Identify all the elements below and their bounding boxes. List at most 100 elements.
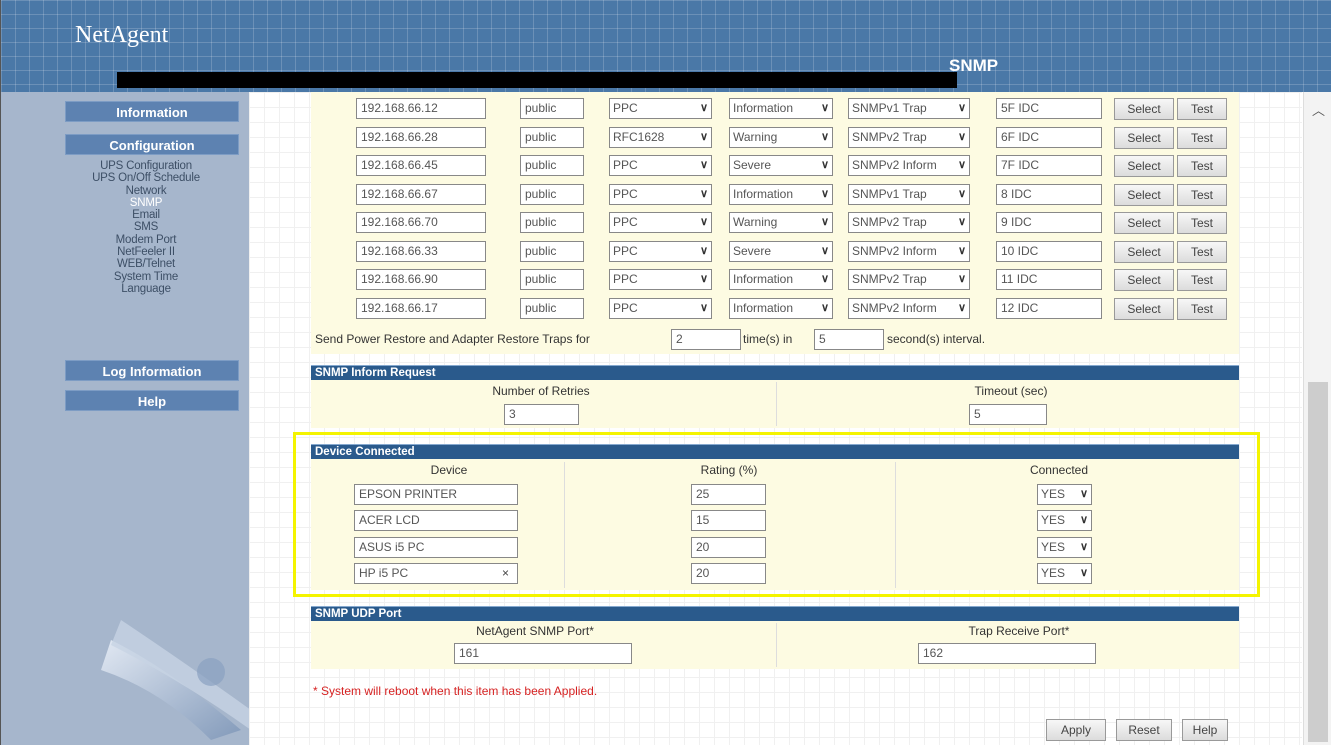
trap-ip-input[interactable]: 192.168.66.70 — [356, 212, 486, 233]
restore-interval-input[interactable]: 5 — [814, 329, 884, 350]
trap-community-input[interactable]: public — [520, 240, 584, 262]
trap-type-select[interactable]: PPC ∨ — [609, 183, 712, 205]
sidebar-item-ups-on-off-schedule[interactable]: UPS On/Off Schedule — [41, 172, 249, 184]
snmp-udp-port-bar: SNMP UDP Port — [311, 606, 1239, 621]
trap-ip-input[interactable]: 192.168.66.45 — [356, 155, 486, 176]
retries-input[interactable]: 3 — [504, 404, 579, 425]
sidebar-item-language[interactable]: Language — [41, 283, 249, 295]
trap-test-button[interactable]: Test — [1177, 183, 1227, 206]
apply-button[interactable]: Apply — [1046, 719, 1106, 741]
trap-severity-select[interactable]: Severe ∨ — [729, 240, 833, 262]
trap-description-input[interactable]: 7F IDC — [996, 155, 1102, 176]
trap-community-input[interactable]: public — [520, 212, 584, 233]
trap-ip-input[interactable]: 192.168.66.33 — [356, 240, 486, 262]
trap-type-select[interactable]: PPC ∨ — [609, 155, 712, 176]
sidebar-section-configuration[interactable]: Configuration — [65, 134, 239, 155]
trap-ip-input[interactable]: 192.168.66.67 — [356, 183, 486, 205]
snmp-port-input[interactable]: 161 — [454, 643, 632, 664]
trap-community-input[interactable]: public — [520, 269, 584, 290]
trap-select-button[interactable]: Select — [1114, 126, 1174, 149]
sidebar-item-email[interactable]: Email — [41, 209, 249, 221]
sidebar-item-modem-port[interactable]: Modem Port — [41, 234, 249, 246]
trap-test-button[interactable]: Test — [1177, 98, 1227, 120]
trap-select-button[interactable]: Select — [1114, 269, 1174, 291]
trap-description-input[interactable]: 12 IDC — [996, 297, 1102, 319]
trap-ip-input[interactable]: 192.168.66.90 — [356, 269, 486, 290]
sidebar-item-sms[interactable]: SMS — [41, 221, 249, 233]
trap-accept-select[interactable]: SNMPv2 Trap ∨ — [848, 212, 970, 233]
trap-test-button[interactable]: Test — [1177, 126, 1227, 149]
sidebar-section-help[interactable]: Help — [65, 390, 239, 411]
trap-test-button[interactable]: Test — [1177, 297, 1227, 320]
trap-ip-input[interactable]: 192.168.66.17 — [356, 297, 486, 319]
trap-type-select[interactable]: PPC ∨ — [609, 297, 712, 319]
trap-accept-select[interactable]: SNMPv1 Trap ∨ — [848, 183, 970, 205]
trap-severity-select[interactable]: Warning ∨ — [729, 212, 833, 233]
chevron-down-icon: ∨ — [699, 102, 708, 114]
trap-port-input[interactable]: 162 — [918, 643, 1096, 664]
trap-test-button[interactable]: Test — [1177, 155, 1227, 177]
trap-type-select[interactable]: PPC ∨ — [609, 269, 712, 290]
trap-description-input[interactable]: 10 IDC — [996, 240, 1102, 262]
scrollbar-thumb[interactable] — [1308, 382, 1328, 742]
trap-community-input[interactable]: public — [520, 126, 584, 148]
trap-type-select[interactable]: PPC ∨ — [609, 98, 712, 119]
sidebar-item-ups-configuration[interactable]: UPS Configuration — [41, 160, 249, 172]
help-button[interactable]: Help — [1182, 719, 1228, 741]
trap-description-input[interactable]: 9 IDC — [996, 212, 1102, 233]
trap-description-input[interactable]: 5F IDC — [996, 98, 1102, 119]
trap-severity-select[interactable]: Severe ∨ — [729, 155, 833, 176]
sidebar-item-netfeeler-ii[interactable]: NetFeeler II — [41, 246, 249, 258]
scroll-up-icon[interactable]: ︿ — [1304, 100, 1331, 119]
sidebar-section-log-information[interactable]: Log Information — [65, 360, 239, 381]
sidebar-item-web-telnet[interactable]: WEB/Telnet — [41, 258, 249, 270]
trap-test-button[interactable]: Test — [1177, 240, 1227, 263]
restore-interval-label: second(s) interval. — [887, 332, 986, 346]
trap-select-button[interactable]: Select — [1114, 155, 1174, 177]
trap-severity-select[interactable]: Information ∨ — [729, 297, 833, 319]
trap-accept-select[interactable]: SNMPv2 Inform ∨ — [848, 297, 970, 319]
trap-type-select-value: PPC — [613, 158, 638, 172]
timeout-input[interactable]: 5 — [969, 404, 1047, 425]
trap-ip-input[interactable]: 192.168.66.28 — [356, 126, 486, 148]
trap-severity-select[interactable]: Information ∨ — [729, 269, 833, 290]
sidebar-item-network[interactable]: Network — [41, 185, 249, 197]
trap-description-input[interactable]: 8 IDC — [996, 183, 1102, 205]
trap-type-select[interactable]: PPC ∨ — [609, 212, 712, 233]
restore-times-label: time(s) in — [743, 332, 793, 346]
trap-severity-select[interactable]: Warning ∨ — [729, 126, 833, 148]
trap-accept-select[interactable]: SNMPv2 Inform ∨ — [848, 240, 970, 262]
trap-select-button[interactable]: Select — [1114, 212, 1174, 234]
trap-description-input[interactable]: 6F IDC — [996, 126, 1102, 148]
trap-accept-select[interactable]: SNMPv1 Trap ∨ — [848, 98, 970, 119]
trap-type-select-value: PPC — [613, 186, 638, 201]
trap-accept-select[interactable]: SNMPv2 Trap ∨ — [848, 269, 970, 290]
trap-test-button[interactable]: Test — [1177, 212, 1227, 234]
trap-community-input[interactable]: public — [520, 155, 584, 176]
trap-community-input[interactable]: public — [520, 297, 584, 319]
trap-select-button[interactable]: Select — [1114, 98, 1174, 120]
trap-severity-select[interactable]: Information ∨ — [729, 98, 833, 119]
trap-accept-select[interactable]: SNMPv2 Inform ∨ — [848, 155, 970, 176]
trap-severity-select[interactable]: Information ∨ — [729, 183, 833, 205]
sidebar-item-system-time[interactable]: System Time — [41, 271, 249, 283]
trap-test-button[interactable]: Test — [1177, 269, 1227, 291]
restore-times-input[interactable]: 2 — [671, 329, 741, 350]
snmp-inform-request-bar: SNMP Inform Request — [311, 365, 1239, 380]
sidebar-item-snmp[interactable]: SNMP — [41, 197, 249, 209]
scrollbar[interactable]: ︿ — [1303, 92, 1331, 745]
sidebar-section-information[interactable]: Information — [65, 101, 239, 122]
trap-type-select[interactable]: RFC1628 ∨ — [609, 126, 712, 148]
trap-select-button[interactable]: Select — [1114, 297, 1174, 320]
trap-type-select[interactable]: PPC ∨ — [609, 240, 712, 262]
trap-accept-select[interactable]: SNMPv2 Trap ∨ — [848, 126, 970, 148]
trap-ip-input[interactable]: 192.168.66.12 — [356, 98, 486, 119]
trap-community-input[interactable]: public — [520, 98, 584, 119]
trap-community-input[interactable]: public — [520, 183, 584, 205]
chevron-down-icon: ∨ — [699, 187, 708, 200]
trap-select-button[interactable]: Select — [1114, 183, 1174, 206]
main-content: Send Power Restore and Adapter Restore T… — [249, 92, 1302, 745]
trap-description-input[interactable]: 11 IDC — [996, 269, 1102, 290]
reset-button[interactable]: Reset — [1116, 719, 1172, 741]
trap-select-button[interactable]: Select — [1114, 240, 1174, 263]
